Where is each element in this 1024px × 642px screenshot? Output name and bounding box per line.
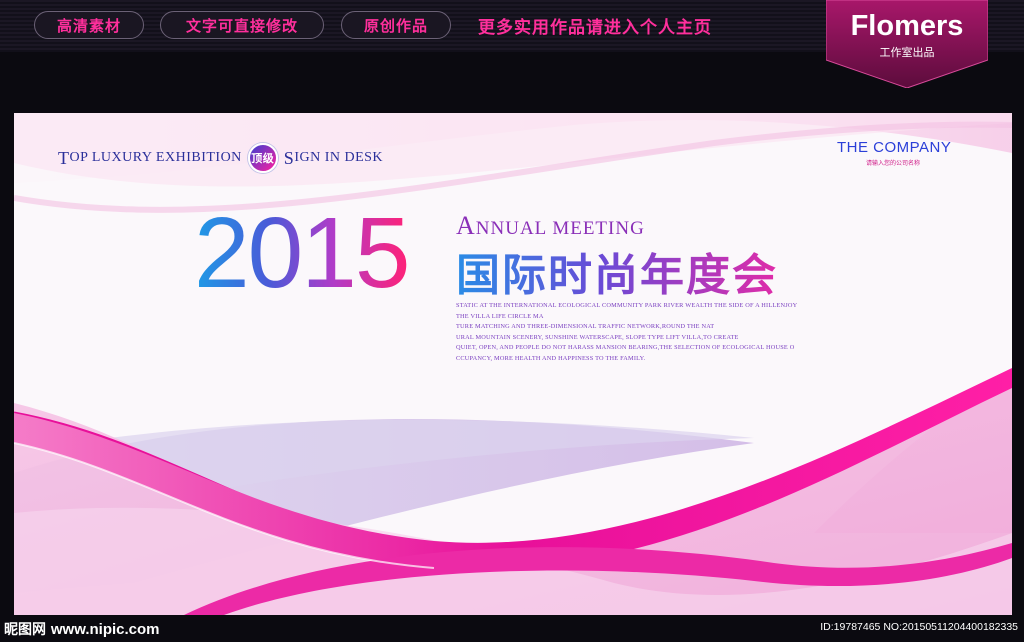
paragraph-line: QUIET, OPEN, AND PEOPLE DO NOT HARASS MA… [456, 344, 795, 352]
annual-initial: A [456, 211, 476, 240]
watermark-bar: 昵图网 www.nipic.com ID:19787465 NO:2015051… [0, 615, 1024, 642]
annual-rest: NNUAL MEETING [475, 218, 645, 239]
luxury-tagline: T OP LUXURY EXHIBITION 顶级 S IGN IN DESK [58, 143, 383, 173]
company-name-hint: 请输入您的公司名称 [866, 160, 921, 167]
annual-meeting-heading: ANNUAL MEETING [456, 211, 645, 241]
paragraph-line: URAL MOUNTAIN SCENERY, SUNSHINE WATERSCA… [456, 333, 739, 341]
original-work-tag[interactable]: 原创作品 [341, 11, 451, 39]
paragraph-line: THE VILLA LIFE CIRCLE MA [456, 312, 544, 320]
tagline-initial-s: S [283, 147, 295, 168]
tagline-part-1: OP LUXURY EXHIBITION [69, 150, 242, 165]
studio-subtitle: 工作室出品 [879, 46, 935, 59]
paragraph-line: TURE MATCHING AND THREE-DIMENSIONAL TRAF… [456, 323, 715, 331]
event-title-chinese: 国际时尚年度会 [456, 239, 778, 303]
poster-canvas: T OP LUXURY EXHIBITION 顶级 S IGN IN DESK … [14, 113, 1012, 615]
year-title: 2015 [194, 197, 410, 309]
nipic-logo: 昵图网 [4, 622, 46, 638]
homepage-promo-link[interactable]: 更多实用作品请进入个人主页 [478, 13, 712, 38]
image-id-text: ID:19787465 NO:20150511204400182335 [820, 621, 1018, 633]
hd-material-tag[interactable]: 高清素材 [34, 11, 144, 39]
editable-text-tag[interactable]: 文字可直接修改 [160, 11, 324, 39]
paragraph-line: CCUPANCY, MORE HEALTH AND HAPPINESS TO T… [456, 354, 646, 362]
studio-name: Flomers [850, 10, 964, 42]
company-name: THE COMPANY [837, 139, 952, 156]
studio-badge: Flomers 工作室出品 [826, 0, 988, 88]
nipic-watermark: 昵图网 www.nipic.com [4, 619, 160, 639]
nipic-site-url: www.nipic.com [50, 621, 160, 638]
description-paragraph: STATIC AT THE INTERNATIONAL ECOLOGICAL C… [456, 301, 836, 365]
tagline-initial-t: T [58, 147, 70, 168]
paragraph-line: STATIC AT THE INTERNATIONAL ECOLOGICAL C… [456, 302, 798, 309]
top-grade-seal-icon: 顶级 [247, 143, 278, 173]
tagline-part-2: IGN IN DESK [294, 150, 384, 165]
